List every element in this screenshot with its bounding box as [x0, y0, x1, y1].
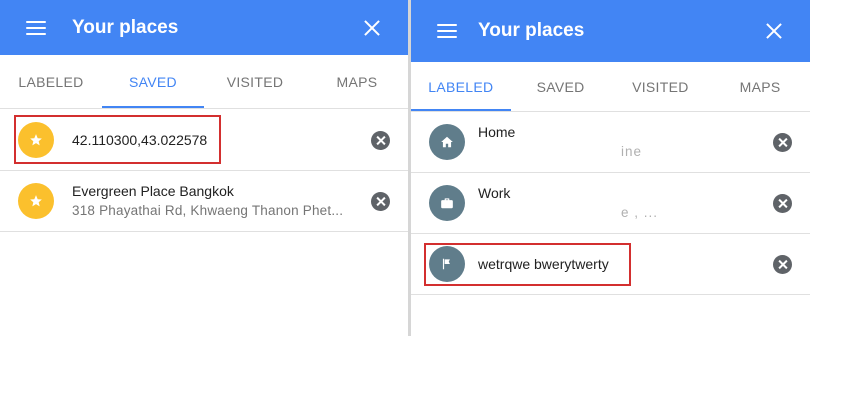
list-item[interactable]: Evergreen Place Bangkok 318 Phayathai Rd…: [0, 171, 408, 232]
tab-saved[interactable]: SAVED: [511, 62, 611, 111]
annotation-highlight-box: [424, 243, 631, 286]
your-places-panel-saved: Your places LABELED SAVED VISITED MAPS 4…: [0, 0, 408, 336]
app-bar: Your places: [411, 0, 810, 62]
annotation-highlight-box: [14, 115, 221, 164]
remove-icon[interactable]: [773, 255, 792, 274]
tab-labeled[interactable]: LABELED: [411, 62, 511, 111]
list-item[interactable]: Work e , ...: [411, 173, 810, 234]
tab-saved[interactable]: SAVED: [102, 55, 204, 108]
tab-bar: LABELED SAVED VISITED MAPS: [0, 55, 408, 109]
panel-title: Your places: [478, 20, 585, 41]
home-icon: [429, 124, 465, 160]
menu-icon[interactable]: [26, 20, 46, 35]
panel-title: Your places: [72, 16, 179, 38]
remove-icon[interactable]: [371, 131, 390, 150]
tab-visited[interactable]: VISITED: [204, 55, 306, 108]
tab-bar: LABELED SAVED VISITED MAPS: [411, 62, 810, 112]
place-title: Work: [478, 185, 511, 201]
remove-icon[interactable]: [371, 192, 390, 211]
tab-visited[interactable]: VISITED: [611, 62, 711, 111]
close-icon[interactable]: [766, 23, 782, 39]
tab-maps[interactable]: MAPS: [710, 62, 810, 111]
place-title: Evergreen Place Bangkok: [72, 183, 234, 199]
star-icon: [18, 183, 54, 219]
briefcase-icon: [429, 185, 465, 221]
app-bar: Your places: [0, 0, 408, 55]
menu-icon[interactable]: [437, 24, 457, 38]
remove-icon[interactable]: [773, 133, 792, 152]
close-icon[interactable]: [364, 20, 380, 36]
list-item[interactable]: Home ine: [411, 112, 810, 173]
place-address: 318 Phayathai Rd, Khwaeng Thanon Phet...: [72, 203, 344, 218]
tab-maps[interactable]: MAPS: [306, 55, 408, 108]
remove-icon[interactable]: [773, 194, 792, 213]
place-address: ine: [621, 144, 643, 159]
place-title: Home: [478, 124, 516, 140]
place-address: e , ...: [621, 205, 659, 220]
tab-labeled[interactable]: LABELED: [0, 55, 102, 108]
